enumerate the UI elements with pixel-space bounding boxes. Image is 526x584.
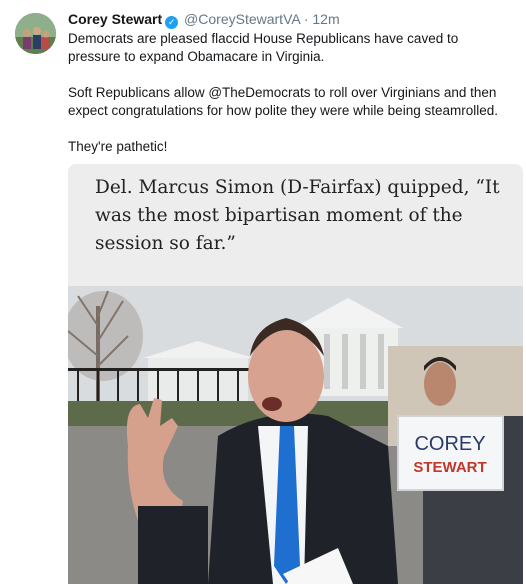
quote-text: Del. Marcus Simon (D-Fairfax) quipped, “… bbox=[95, 177, 500, 254]
timestamp[interactable]: 12m bbox=[312, 11, 339, 27]
tweet-text: Democrats are pleased flaccid House Repu… bbox=[68, 30, 508, 174]
display-name[interactable]: Corey Stewart bbox=[68, 11, 162, 27]
separator: · bbox=[303, 11, 309, 27]
avatar[interactable] bbox=[15, 13, 56, 54]
sign-line1: COREY bbox=[414, 433, 485, 455]
tweet-header: Corey Stewart ✓ @CoreyStewartVA · 12m bbox=[68, 10, 340, 29]
sign-line2: STEWART bbox=[413, 459, 486, 476]
media-card[interactable]: Del. Marcus Simon (D-Fairfax) quipped, “… bbox=[68, 164, 523, 584]
press-photo[interactable]: COREY STEWART bbox=[68, 286, 523, 584]
tweet-paragraph: Soft Republicans allow @TheDemocrats to … bbox=[68, 85, 498, 118]
user-handle[interactable]: @CoreyStewartVA bbox=[184, 11, 300, 27]
tweet-paragraph: Democrats are pleased flaccid House Repu… bbox=[68, 31, 459, 64]
verified-icon: ✓ bbox=[165, 16, 179, 29]
tweet-paragraph: They're pathetic! bbox=[68, 139, 168, 154]
